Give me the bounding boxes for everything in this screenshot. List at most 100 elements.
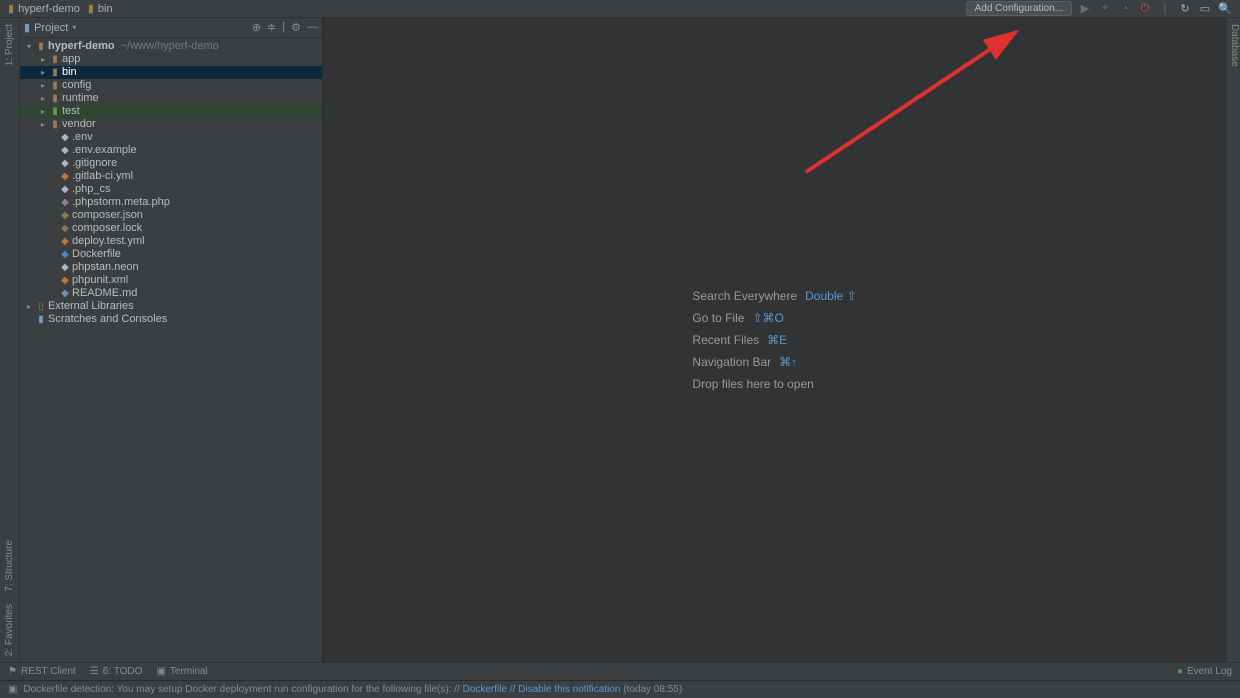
divider-icon: | [1158, 2, 1172, 16]
tree-file[interactable]: ◆deploy.test.yml [20, 235, 322, 248]
tool-terminal[interactable]: ▣ Terminal [156, 666, 207, 677]
file-icon: ◆ [58, 131, 72, 144]
tree-file[interactable]: ◆.gitlab-ci.yml [20, 170, 322, 183]
dropdown-icon[interactable]: ▾ [72, 23, 76, 32]
hide-icon[interactable]: — [307, 21, 318, 34]
chevron-right-icon[interactable]: ▸ [24, 300, 34, 313]
status-msg-disable-link[interactable]: Disable this notification [518, 684, 620, 695]
tree-file-label: .gitignore [72, 157, 117, 170]
tree-scratches[interactable]: ▮ Scratches and Consoles [20, 313, 322, 326]
tree-folder-label: app [62, 53, 80, 66]
file-icon: ◆ [58, 287, 72, 300]
tree-folder-app[interactable]: ▸▮app [20, 53, 322, 66]
tree-file[interactable]: ◆.phpstorm.meta.php [20, 196, 322, 209]
scratches-icon: ▮ [34, 313, 48, 326]
tree-folder-config[interactable]: ▸▮config [20, 79, 322, 92]
status-msg-time: (today 08:55) [620, 684, 682, 695]
project-tool-window: ▮ Project ▾ ⊕ ≑ | ⚙ — ▾ ▮ hyperf-demo ~/… [20, 18, 323, 662]
chevron-right-icon[interactable]: ▸ [38, 118, 48, 131]
tool-terminal-label: Terminal [170, 666, 208, 677]
status-icon[interactable]: ▣ [8, 684, 17, 695]
tree-file-label: README.md [72, 287, 137, 300]
tree-folder-test[interactable]: ▸▮test [20, 105, 322, 118]
search-icon[interactable]: 🔍 [1218, 2, 1232, 16]
stop-icon[interactable]: ⏻ [1138, 2, 1152, 16]
tree-file[interactable]: ◆phpunit.xml [20, 274, 322, 287]
coverage-icon[interactable]: ◔ [1118, 2, 1132, 16]
tree-file[interactable]: ◆.env [20, 131, 322, 144]
editor-hint: Go to File⇧⌘O [692, 311, 856, 325]
tree-file[interactable]: ◆composer.lock [20, 222, 322, 235]
update-project-icon[interactable]: ↻ [1178, 2, 1192, 16]
hint-shortcut: ⌘↑ [779, 355, 797, 369]
tool-todo-label: 6: TODO [103, 666, 143, 677]
tree-folder-label: vendor [62, 118, 96, 131]
tool-todo[interactable]: ☰ 6: TODO [90, 666, 143, 677]
editor-empty-area[interactable]: Search EverywhereDouble ⇧Go to File⇧⌘ORe… [323, 18, 1226, 662]
stripe-project[interactable]: 1: Project [2, 18, 17, 72]
tree-file-label: phpstan.neon [72, 261, 139, 274]
tree-folder-bin[interactable]: ▸▮bin [20, 66, 322, 79]
hint-label: Go to File [692, 311, 744, 325]
stripe-favorites[interactable]: 2: Favorites [2, 598, 17, 662]
file-icon: ◆ [58, 261, 72, 274]
tree-file[interactable]: ◆phpstan.neon [20, 261, 322, 274]
tool-event-log[interactable]: ● Event Log [1177, 666, 1232, 677]
chevron-right-icon[interactable]: ▸ [38, 66, 48, 79]
tree-file[interactable]: ◆.gitignore [20, 157, 322, 170]
file-icon: ◆ [58, 209, 72, 222]
tool-event-log-label: Event Log [1187, 666, 1232, 677]
hint-label: Search Everywhere [692, 289, 797, 303]
breadcrumb-current[interactable]: ▮ bin [88, 2, 113, 15]
status-msg-divider: // [507, 684, 518, 695]
tree-folder-vendor[interactable]: ▸▮vendor [20, 118, 322, 131]
locate-icon[interactable]: ⊕ [252, 21, 261, 34]
tree-file-label: .php_cs [72, 183, 111, 196]
todo-icon: ☰ [90, 666, 99, 677]
status-msg-file-link[interactable]: Dockerfile [463, 684, 507, 695]
breadcrumb-root[interactable]: ▮ hyperf-demo [8, 2, 80, 15]
tree-file[interactable]: ◆Dockerfile [20, 248, 322, 261]
hint-shortcut: Double ⇧ [805, 289, 856, 303]
folder-icon: ▮ [34, 40, 48, 53]
tree-folder-label: bin [62, 66, 77, 79]
project-title[interactable]: Project [34, 22, 68, 34]
chevron-right-icon[interactable]: ▸ [38, 92, 48, 105]
tree-file-label: composer.json [72, 209, 143, 222]
tree-folder-runtime[interactable]: ▸▮runtime [20, 92, 322, 105]
add-configuration-button[interactable]: Add Configuration... [966, 1, 1072, 16]
breadcrumb-current-label: bin [98, 3, 113, 15]
tree-external-libraries[interactable]: ▸ ▯ External Libraries [20, 300, 322, 313]
tool-rest-client[interactable]: ⚑ REST Client [8, 666, 76, 677]
tree-folder-label: runtime [62, 92, 99, 105]
breadcrumb-root-label: hyperf-demo [18, 3, 80, 15]
chevron-right-icon[interactable]: ▸ [38, 53, 48, 66]
tree-file[interactable]: ◆composer.json [20, 209, 322, 222]
chevron-down-icon[interactable]: ▾ [24, 40, 34, 53]
tree-file[interactable]: ◆.env.example [20, 144, 322, 157]
chevron-right-icon[interactable]: ▸ [38, 79, 48, 92]
tree-root[interactable]: ▾ ▮ hyperf-demo ~/www/hyperf-demo [20, 40, 322, 53]
tree-file-label: composer.lock [72, 222, 142, 235]
debug-icon[interactable]: ⌖ [1098, 2, 1112, 16]
tree-file[interactable]: ◆.php_cs [20, 183, 322, 196]
stripe-database[interactable]: Database [1227, 18, 1240, 73]
stripe-structure[interactable]: 7: Structure [2, 534, 17, 598]
ide-features-icon[interactable]: ▭ [1198, 2, 1212, 16]
folder-icon: ▮ [48, 66, 62, 79]
expand-all-icon[interactable]: ≑ [267, 21, 276, 34]
tree-file-label: .env [72, 131, 93, 144]
editor-hint: Drop files here to open [692, 377, 856, 391]
file-icon: ◆ [58, 248, 72, 261]
rest-icon: ⚑ [8, 666, 17, 677]
project-tree[interactable]: ▾ ▮ hyperf-demo ~/www/hyperf-demo ▸▮app▸… [20, 38, 322, 662]
gear-icon[interactable]: ⚙ [291, 21, 301, 34]
chevron-right-icon[interactable]: ▸ [38, 105, 48, 118]
editor-hint: Search Everywhere Double ⇧ [692, 289, 856, 303]
run-icon[interactable]: ▶ [1078, 2, 1092, 16]
tree-file[interactable]: ◆README.md [20, 287, 322, 300]
status-msg-prefix: Dockerfile detection: You may setup Dock… [23, 684, 462, 695]
tree-root-label: hyperf-demo [48, 40, 115, 53]
tree-root-path: ~/www/hyperf-demo [121, 40, 219, 53]
library-icon: ▯ [34, 300, 48, 313]
